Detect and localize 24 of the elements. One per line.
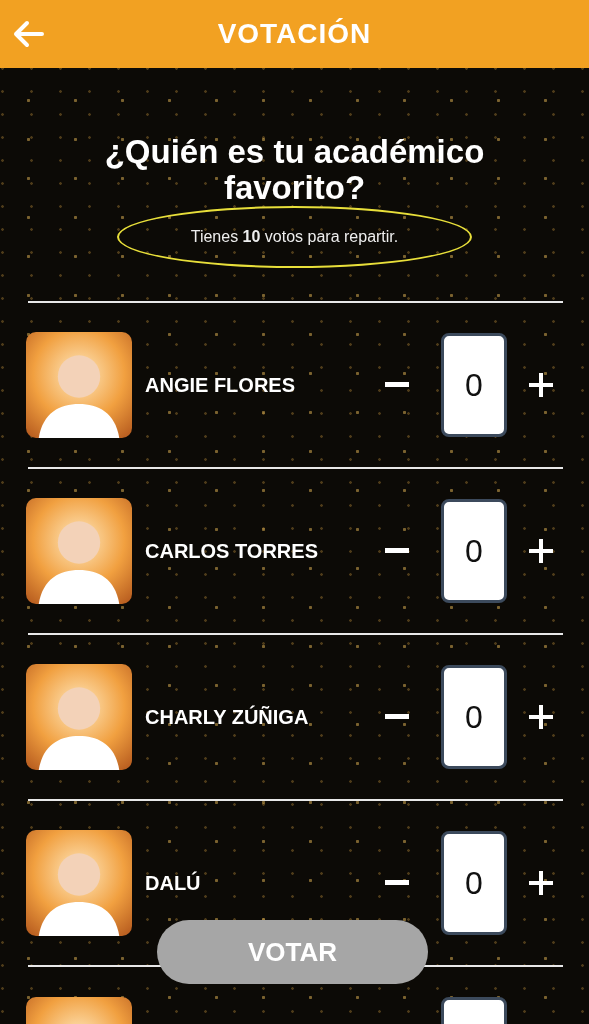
candidate-name: DALÚ <box>145 871 202 895</box>
vote-count-field[interactable]: 0 <box>441 499 507 603</box>
candidate-name: CARLOS TORRES <box>145 539 319 563</box>
screen-title: VOTACIÓN <box>217 18 372 50</box>
increase-button[interactable] <box>527 703 555 731</box>
minus-icon <box>385 880 409 886</box>
question-heading: ¿Quién es tu académico favorito? <box>103 134 486 206</box>
increase-button[interactable] <box>527 371 555 399</box>
plus-icon <box>529 373 553 397</box>
candidate-name: CHARLY ZÚÑIGA <box>145 705 310 729</box>
plus-icon <box>529 705 553 729</box>
increase-button[interactable] <box>527 869 555 897</box>
vote-count-field[interactable]: 0 <box>441 333 507 437</box>
candidate-name: ANGIE FLORES <box>145 373 296 397</box>
vote-count-field[interactable]: 0 <box>441 665 507 769</box>
increase-button[interactable] <box>527 537 555 565</box>
back-arrow-icon <box>12 20 44 48</box>
vote-count-field[interactable]: 0 <box>441 831 507 935</box>
minus-icon <box>385 382 409 388</box>
minus-icon <box>385 548 409 554</box>
plus-icon <box>529 871 553 895</box>
minus-icon <box>385 714 409 720</box>
plus-icon <box>529 539 553 563</box>
votes-info-text: Tienes 10 votos para repartir. <box>190 228 399 245</box>
